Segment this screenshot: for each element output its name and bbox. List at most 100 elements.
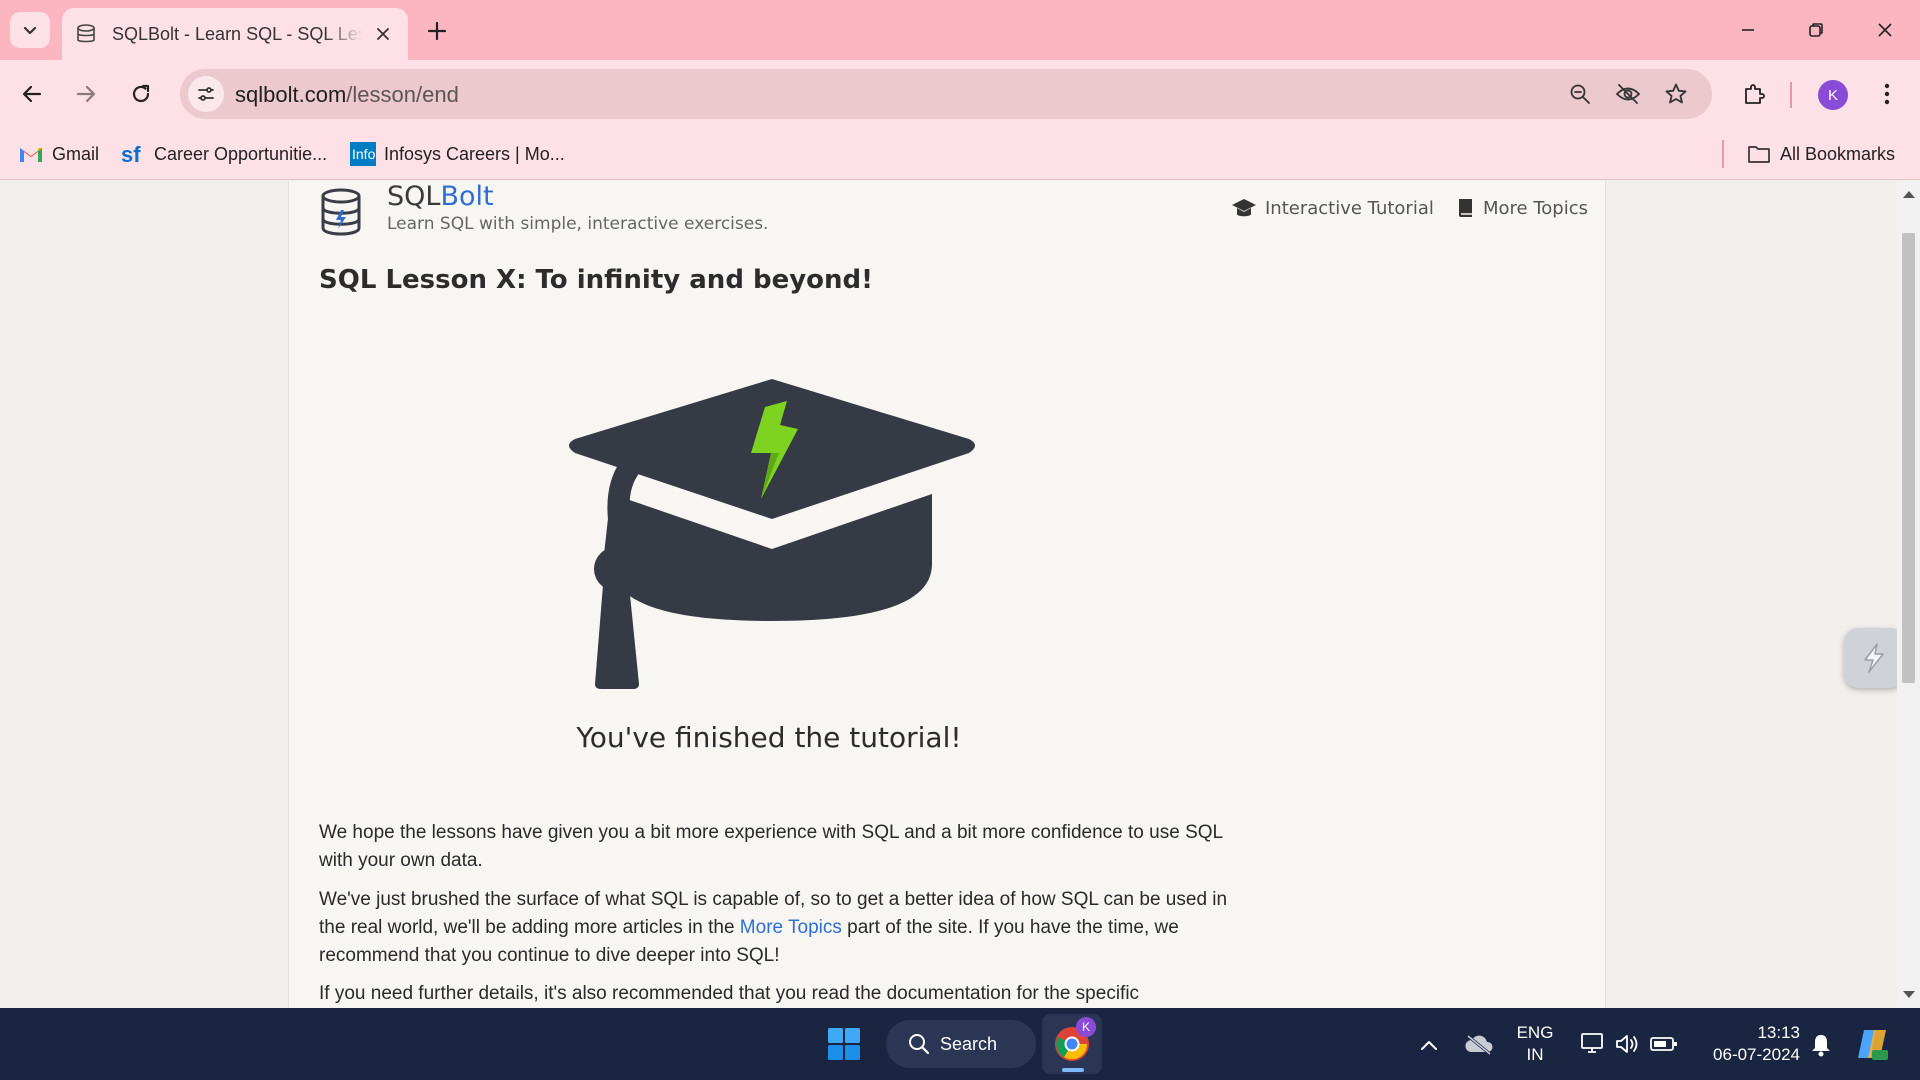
chrome-profile-badge: K: [1076, 1017, 1096, 1037]
more-vertical-icon: [1884, 83, 1890, 105]
speaker-icon: [1616, 1035, 1638, 1053]
folder-icon: [1746, 141, 1772, 167]
all-bookmarks-label: All Bookmarks: [1780, 143, 1896, 164]
scroll-up-arrow-icon[interactable]: [1903, 191, 1915, 198]
language-code: ENG: [1516, 1023, 1554, 1042]
restore-icon: [1809, 23, 1823, 37]
start-button[interactable]: [826, 1026, 862, 1062]
bolt-icon: [1864, 643, 1884, 673]
bookmark-label: Gmail: [52, 143, 100, 164]
browser-menu-button[interactable]: [1867, 74, 1907, 114]
tab-search-button[interactable]: [10, 12, 50, 48]
url-text[interactable]: sqlbolt.com/lesson/end: [235, 82, 459, 108]
tracking-protection-button[interactable]: [1612, 78, 1644, 110]
nav-more-topics[interactable]: More Topics: [1457, 197, 1588, 219]
star-icon: [1665, 83, 1687, 104]
copilot-button[interactable]: [1852, 1024, 1892, 1064]
zoom-out-icon: [1570, 84, 1590, 104]
browser-toolbar: sqlbolt.com/lesson/end K: [0, 60, 1920, 128]
paragraph-more-topics: We've just brushed the surface of what S…: [319, 886, 1249, 970]
restore-button[interactable]: [1786, 10, 1846, 50]
svg-text:Info: Info: [352, 146, 376, 162]
more-topics-link[interactable]: More Topics: [740, 917, 842, 938]
search-icon: [909, 1034, 930, 1055]
site-tagline: Learn SQL with simple, interactive exerc…: [387, 214, 769, 234]
clock[interactable]: 13:13 06-07-2024: [1696, 1022, 1800, 1066]
battery-button[interactable]: [1648, 1030, 1680, 1058]
paragraph-intro: We hope the lessons have given you a bit…: [319, 822, 1223, 871]
clock-time: 13:13: [1757, 1023, 1800, 1042]
network-button[interactable]: [1578, 1030, 1608, 1058]
bookmark-label: Infosys Careers | Mo...: [384, 143, 565, 164]
windows-logo-icon: [828, 1028, 860, 1060]
content-column: SQLBolt Learn SQL with simple, interacti…: [288, 181, 1606, 1008]
search-label: Search: [940, 1033, 998, 1054]
address-bar[interactable]: sqlbolt.com/lesson/end: [180, 69, 1712, 119]
plus-icon: [427, 21, 447, 41]
toolbar-divider: [1790, 82, 1792, 108]
active-tab[interactable]: SQLBolt - Learn SQL - SQL Lesson X: To i…: [62, 8, 408, 60]
active-indicator: [1062, 1068, 1084, 1072]
taskbar-chrome[interactable]: K: [1042, 1014, 1102, 1074]
bookmark-gmail[interactable]: Gmail: [18, 140, 99, 168]
bookmark-career-opportunities[interactable]: sf Career Opportunitie...: [120, 140, 327, 168]
infosys-icon: Info: [350, 141, 376, 167]
floating-extension-button[interactable]: [1844, 628, 1897, 688]
url-path: /lesson/end: [346, 82, 459, 107]
page-viewport: SQLBolt Learn SQL with simple, interacti…: [0, 181, 1897, 1008]
tab-strip: SQLBolt - Learn SQL - SQL Lesson X: To i…: [0, 0, 1920, 60]
volume-button[interactable]: [1612, 1030, 1642, 1058]
battery-icon: [1650, 1037, 1677, 1051]
brand-sql: SQL: [387, 181, 441, 212]
minimize-button[interactable]: [1718, 10, 1778, 50]
bell-icon: [1812, 1035, 1830, 1057]
nav-label: Interactive Tutorial: [1265, 197, 1434, 219]
scroll-down-arrow-icon[interactable]: [1903, 991, 1915, 998]
arrow-right-icon: [76, 85, 96, 103]
windows-taskbar: Search K ENG IN 13:13 06-07-2024: [0, 1008, 1920, 1080]
profile-avatar[interactable]: K: [1818, 80, 1848, 110]
scrollbar-thumb[interactable]: [1902, 233, 1915, 683]
chevron-up-icon: [1421, 1041, 1437, 1050]
site-brand[interactable]: SQLBolt: [387, 181, 494, 212]
chevron-down-icon: [23, 26, 37, 35]
brand-bolt: Bolt: [440, 181, 494, 212]
bookmark-infosys-careers[interactable]: Info Infosys Careers | Mo...: [350, 140, 565, 168]
sqlbolt-logo-icon[interactable]: [319, 187, 363, 237]
reload-icon: [132, 84, 150, 103]
close-icon: [1878, 23, 1892, 37]
vertical-scrollbar[interactable]: [1897, 181, 1920, 1008]
close-window-button[interactable]: [1855, 10, 1915, 50]
network-icon: [1581, 1033, 1603, 1053]
site-info-button[interactable]: [188, 76, 224, 112]
tune-icon: [198, 87, 214, 101]
all-bookmarks-button[interactable]: All Bookmarks: [1746, 140, 1895, 168]
nav-interactive-tutorial[interactable]: Interactive Tutorial: [1231, 197, 1434, 219]
bookmark-star-button[interactable]: [1660, 78, 1692, 110]
new-tab-button[interactable]: [420, 14, 454, 48]
clock-date: 06-07-2024: [1713, 1045, 1800, 1064]
zoom-button[interactable]: [1564, 78, 1596, 110]
taskbar-search[interactable]: Search: [886, 1020, 1036, 1068]
language-indicator[interactable]: ENG IN: [1510, 1022, 1560, 1066]
gmail-icon: [18, 141, 44, 167]
svg-text:sf: sf: [121, 142, 141, 166]
lesson-title: SQL Lesson X: To infinity and beyond!: [319, 265, 874, 295]
eye-slash-icon: [1615, 84, 1641, 104]
cloud-off-icon: [1465, 1034, 1493, 1055]
successfactors-icon: sf: [120, 141, 146, 167]
reload-button[interactable]: [121, 74, 161, 114]
bookmarks-bar: Gmail sf Career Opportunitie... Info Inf…: [0, 128, 1920, 180]
onedrive-button[interactable]: [1462, 1030, 1496, 1058]
puzzle-icon: [1745, 84, 1765, 104]
extensions-button[interactable]: [1734, 74, 1774, 114]
arrow-left-icon: [22, 85, 42, 103]
copilot-icon: [1858, 1030, 1888, 1060]
nav-label: More Topics: [1483, 197, 1588, 219]
back-button[interactable]: [12, 74, 52, 114]
notifications-button[interactable]: [1806, 1030, 1836, 1060]
forward-button[interactable]: [66, 74, 106, 114]
show-hidden-icons-button[interactable]: [1416, 1032, 1442, 1058]
minimize-icon: [1742, 29, 1754, 31]
close-tab-icon[interactable]: [370, 21, 396, 47]
